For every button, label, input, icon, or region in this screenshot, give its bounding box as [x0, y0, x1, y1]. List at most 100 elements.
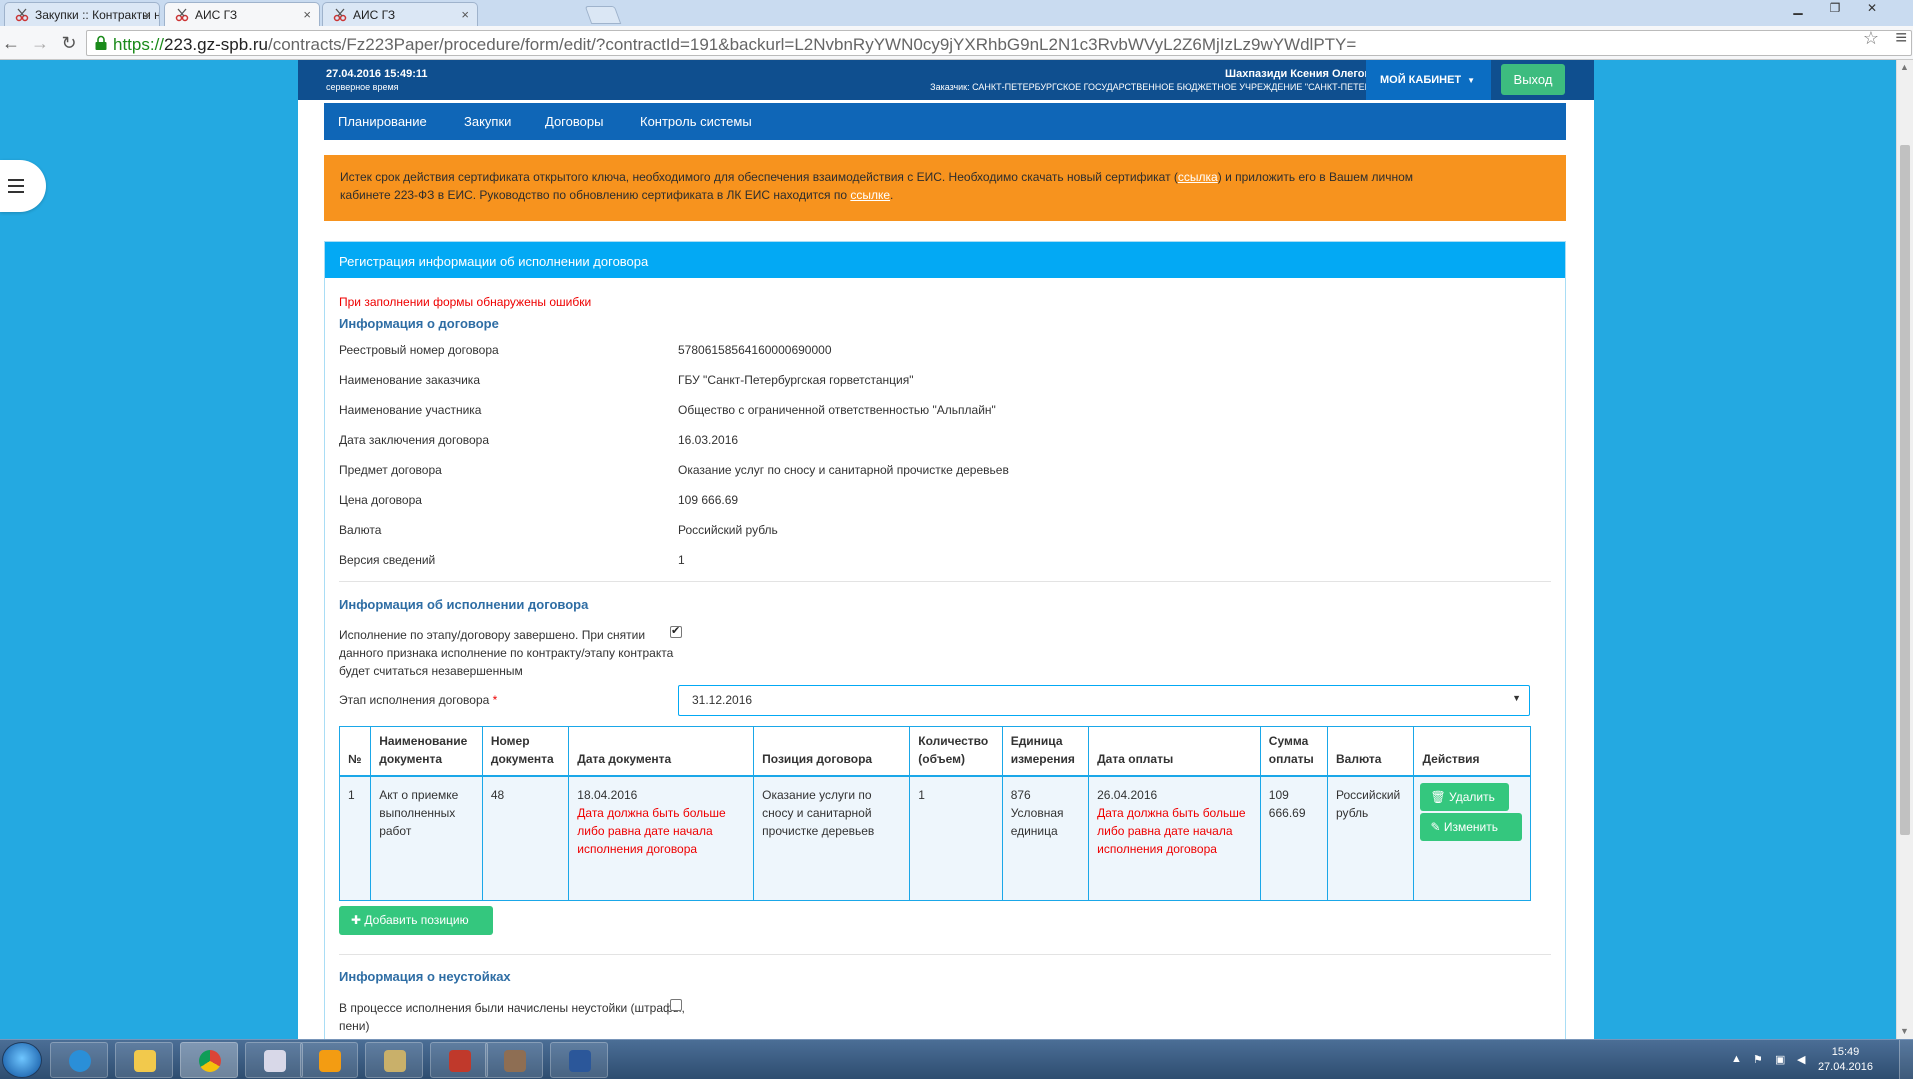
doc-name-cell: Акт о приемке выполненных работ: [370, 775, 483, 901]
pay-date-value: 26.04.2016: [1097, 788, 1158, 802]
penalty-info-heading: Информация о неустойках: [339, 969, 511, 984]
alert-link-download[interactable]: ссылка: [1178, 170, 1218, 184]
tab-title: АИС ГЗ: [353, 8, 396, 22]
taskbar-clock[interactable]: 15:49 27.04.2016: [1818, 1045, 1873, 1075]
penalty-label: В процессе исполнения были начислены неу…: [339, 999, 685, 1035]
top-header: 27.04.2016 15:49:11 серверное время Шахп…: [298, 60, 1594, 100]
alert-text: ) и приложить его в Вашем личном: [1217, 170, 1414, 184]
edit-button[interactable]: ✎ Изменить: [1420, 813, 1523, 841]
my-cabinet-button[interactable]: МОЙ КАБИНЕТ ▼: [1366, 60, 1491, 100]
media-player-icon: [319, 1050, 341, 1072]
main-nav: Планирование Закупки Договоры Контроль с…: [324, 103, 1566, 140]
scroll-up-icon[interactable]: ▲: [1900, 62, 1909, 72]
quantity-cell: 1: [909, 775, 1003, 901]
tab-close-icon[interactable]: ×: [303, 7, 311, 22]
divider: [339, 581, 1551, 582]
taskbar-chrome[interactable]: [180, 1042, 238, 1078]
column-header: №: [338, 726, 372, 777]
taskbar-word[interactable]: [550, 1042, 608, 1078]
taskbar-app-pdf[interactable]: [430, 1042, 488, 1078]
panel-title: Регистрация информации об исполнении дог…: [325, 242, 1565, 278]
tray-flag-icon[interactable]: ⚑: [1753, 1053, 1767, 1066]
plus-icon: ✚: [351, 913, 362, 927]
close-window-icon[interactable]: ✕: [1859, 0, 1885, 18]
nav-planning[interactable]: Планирование: [338, 114, 427, 129]
word-icon: [569, 1050, 591, 1072]
nav-contracts[interactable]: Договоры: [545, 114, 603, 129]
clock-date: 27.04.2016: [1817, 1061, 1873, 1073]
field-value: Общество с ограниченной ответственностью…: [678, 403, 996, 417]
field-value: Российский рубль: [678, 523, 778, 537]
bookmark-star-icon[interactable]: ☆: [1863, 28, 1879, 49]
completed-checkbox[interactable]: [670, 624, 682, 638]
browser-menu-icon[interactable]: ≡: [1895, 27, 1907, 50]
alert-link-guide[interactable]: ссылке: [850, 188, 890, 202]
taskbar-app-scissors[interactable]: [245, 1042, 303, 1078]
tab-close-icon[interactable]: ×: [143, 7, 151, 22]
execution-form-panel: Регистрация информации об исполнении дог…: [324, 241, 1566, 1039]
show-desktop-button[interactable]: [1899, 1040, 1913, 1079]
nav-procurement[interactable]: Закупки: [464, 114, 511, 129]
nav-system-control[interactable]: Контроль системы: [640, 114, 752, 129]
stage-select[interactable]: 31.12.2016 ▼: [678, 685, 1530, 716]
new-tab-button[interactable]: [584, 6, 622, 24]
delete-button[interactable]: 🗑 Удалить: [1420, 783, 1510, 811]
column-header: Номер документа: [481, 726, 570, 777]
trash-icon: 🗑: [1430, 790, 1446, 804]
lock-icon: [95, 35, 107, 50]
scissors-favicon-icon: [175, 8, 189, 22]
column-header: Действия: [1413, 726, 1531, 777]
address-bar[interactable]: https://223.gz-spb.ru/contracts/Fz223Pap…: [86, 30, 1912, 56]
penalty-checkbox[interactable]: [670, 999, 682, 1011]
delete-label: Удалить: [1449, 790, 1495, 804]
url-host: 223.gz-spb.ru: [164, 35, 268, 54]
sidebar-toggle-button[interactable]: [0, 160, 46, 212]
column-header: Наименование документа: [370, 726, 483, 777]
edit-label: Изменить: [1443, 820, 1498, 834]
clock-time: 15:49: [1831, 1046, 1860, 1058]
chrome-icon: [199, 1050, 221, 1072]
tab-close-icon[interactable]: ×: [461, 7, 469, 22]
field-label: Реестровый номер договора: [339, 343, 499, 357]
column-header: Валюта: [1327, 726, 1415, 777]
hamburger-icon: [8, 179, 24, 193]
doc-date-error: Дата должна быть больше либо равна дате …: [577, 806, 726, 856]
restore-icon[interactable]: ❐: [1822, 0, 1848, 18]
windows-start-button[interactable]: [2, 1042, 42, 1078]
field-value: 57806158564160000690000: [678, 343, 832, 357]
browser-tab-ais-gz-active[interactable]: АИС ГЗ ×: [164, 2, 320, 26]
tray-expand-icon[interactable]: ▲: [1731, 1053, 1745, 1065]
pay-date-cell: 26.04.2016 Дата должна быть больше либо …: [1088, 775, 1261, 901]
penalty-label-line: пени): [339, 1019, 370, 1033]
scroll-down-icon[interactable]: ▼: [1900, 1026, 1909, 1036]
stage-label: Этап исполнения договора *: [339, 693, 497, 707]
logout-button[interactable]: Выход: [1501, 64, 1565, 95]
taskbar-media-player[interactable]: [300, 1042, 358, 1078]
field-label: Цена договора: [339, 493, 422, 507]
add-position-button[interactable]: ✚ Добавить позицию: [339, 906, 493, 935]
taskbar-ie[interactable]: [50, 1042, 108, 1078]
forward-icon[interactable]: →: [29, 32, 51, 54]
amount-cell: 109 666.69: [1259, 775, 1329, 901]
taskbar-app-tools[interactable]: [365, 1042, 423, 1078]
browser-tab-zakupki[interactable]: Закупки :: Контракты на ×: [4, 2, 160, 26]
penalty-label-line: В процессе исполнения были начислены неу…: [339, 1001, 685, 1015]
tray-network-icon[interactable]: ▣: [1775, 1053, 1789, 1066]
taskbar-app-professor[interactable]: [485, 1042, 543, 1078]
reload-icon[interactable]: ↻: [58, 32, 80, 54]
browser-tab-ais-gz[interactable]: АИС ГЗ ×: [322, 2, 478, 26]
field-value: ГБУ "Санкт-Петербургская горветстанция": [678, 373, 914, 387]
alert-text: .: [890, 188, 894, 202]
certificate-alert: Истек срок действия сертификата открытог…: [324, 155, 1566, 221]
back-icon[interactable]: ←: [0, 32, 22, 54]
taskbar-explorer[interactable]: [115, 1042, 173, 1078]
minimize-icon[interactable]: ▁: [1785, 0, 1811, 18]
page-scrollbar[interactable]: ▲ ▼: [1896, 60, 1913, 1039]
field-label: Наименование заказчика: [339, 373, 480, 387]
column-header: Дата документа: [568, 726, 755, 777]
tab-title: АИС ГЗ: [195, 8, 238, 22]
table-row: 1 Акт о приемке выполненных работ 48 18.…: [338, 775, 1531, 901]
tray-volume-icon[interactable]: ◀: [1797, 1053, 1811, 1066]
scrollbar-thumb[interactable]: [1900, 145, 1910, 835]
user-name: Шахпазиди Ксения Олеговна: [1225, 68, 1384, 80]
